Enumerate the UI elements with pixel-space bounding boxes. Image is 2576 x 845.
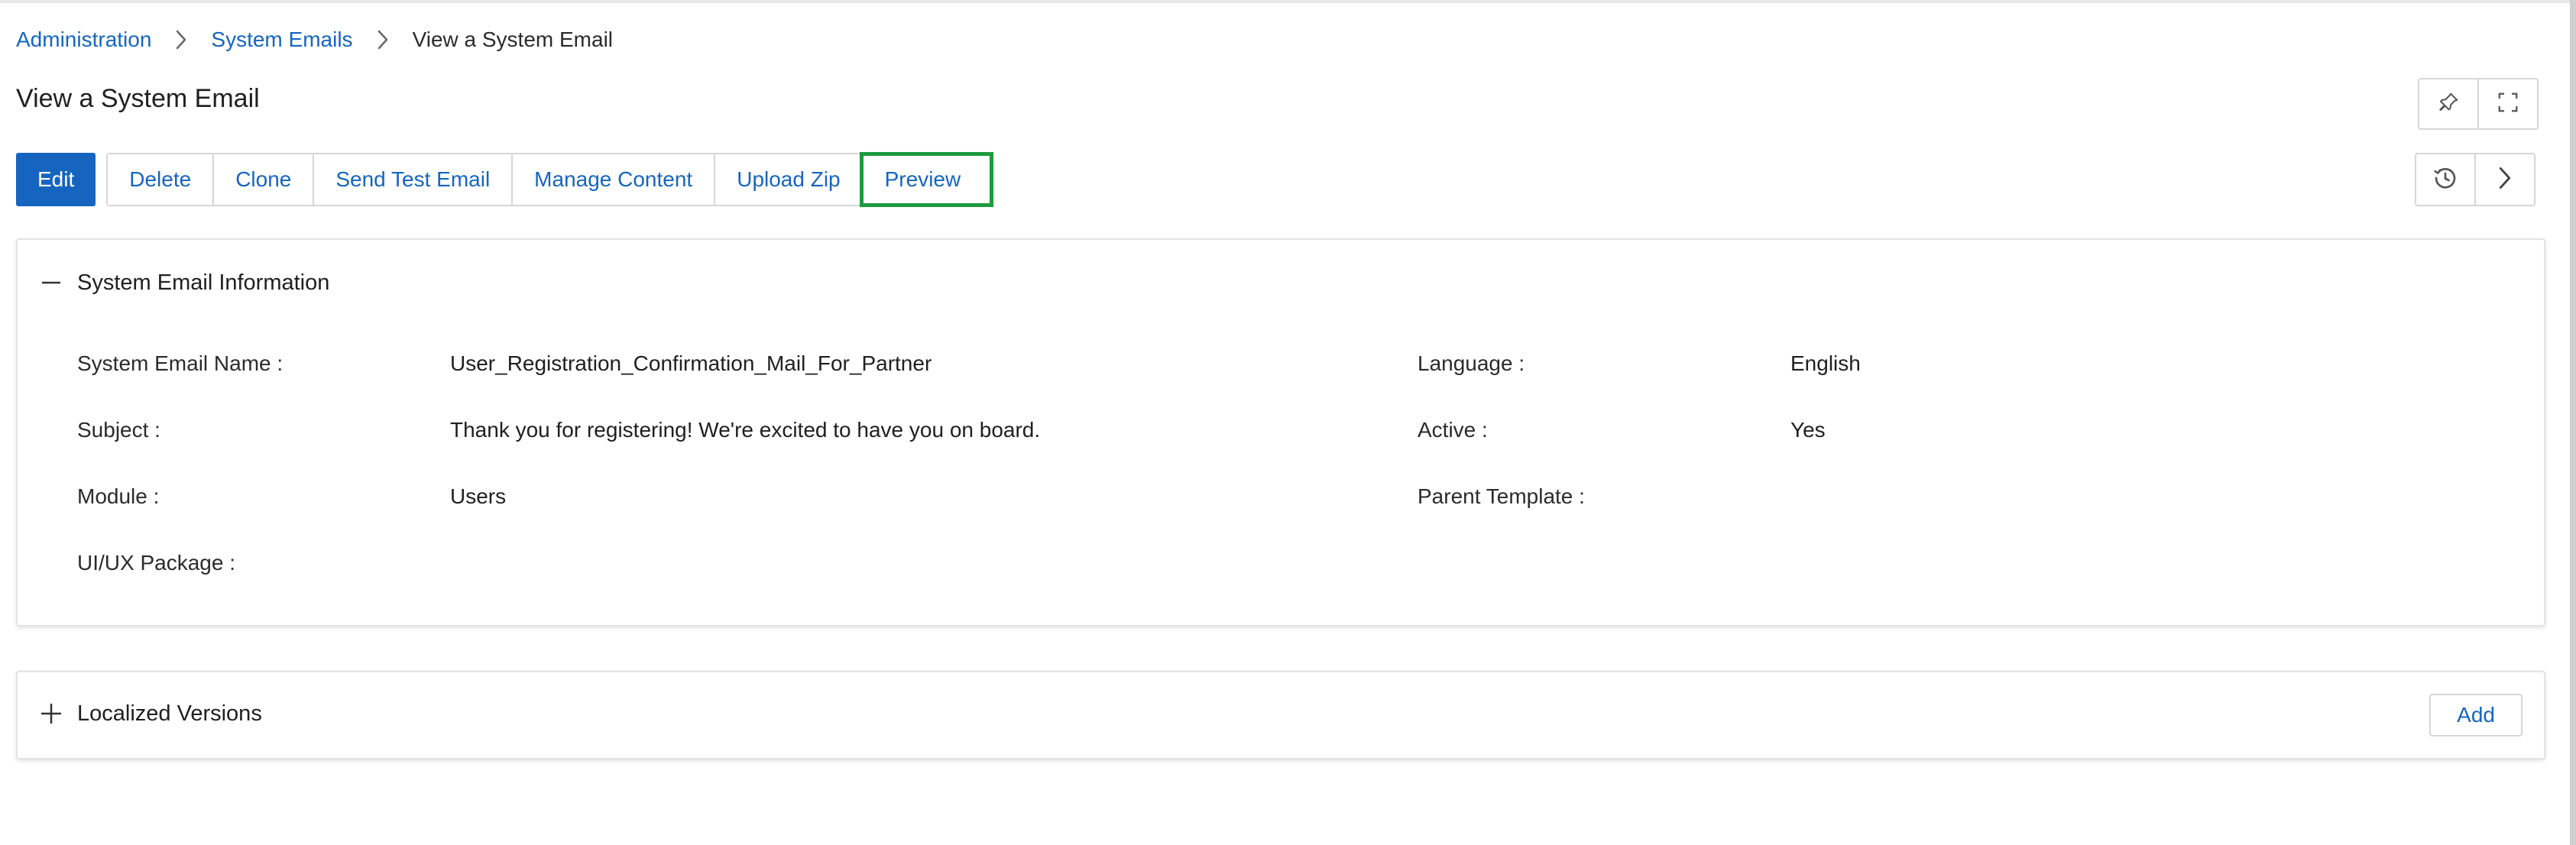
fullscreen-button[interactable] [2477, 79, 2537, 128]
module-label: Module : [77, 484, 160, 508]
system-email-name-label: System Email Name : [77, 351, 284, 375]
system-email-name-value: User_Registration_Confirmation_Mail_For_… [450, 351, 932, 375]
history-icon [2432, 164, 2459, 196]
module-value: Users [450, 484, 507, 508]
send-test-email-button[interactable]: Send Test Email [313, 154, 512, 205]
page-title: View a System Email [16, 84, 260, 113]
parent-template-label: Parent Template : [1418, 484, 1585, 508]
language-value: English [1790, 351, 1861, 375]
action-toolbar: Edit Delete Clone Send Test Email Manage… [16, 152, 994, 207]
panel-header: System Email Information [37, 269, 329, 296]
active-value: Yes [1790, 418, 1826, 442]
collapse-icon[interactable] [37, 269, 65, 296]
pin-button[interactable] [2419, 79, 2477, 128]
add-localized-version-button[interactable]: Add [2429, 694, 2523, 737]
preview-button[interactable]: Preview [859, 152, 994, 207]
active-label: Active : [1418, 418, 1488, 442]
fullscreen-icon [2497, 91, 2519, 118]
top-divider [0, 0, 2576, 3]
uiux-package-label: UI/UX Package : [77, 551, 235, 575]
upload-zip-button[interactable]: Upload Zip [714, 154, 862, 205]
chevron-right-icon [353, 29, 413, 50]
history-button[interactable] [2416, 154, 2474, 205]
page: Administration System Emails View a Syst… [0, 0, 2576, 845]
subject-value: Thank you for registering! We're excited… [450, 418, 1041, 442]
edit-button[interactable]: Edit [16, 153, 96, 206]
view-controls [2418, 78, 2539, 130]
next-record-button[interactable] [2474, 154, 2534, 205]
panel-title: Localized Versions [77, 701, 262, 726]
record-navigation [2415, 153, 2535, 206]
delete-button[interactable]: Delete [108, 154, 213, 205]
chevron-right-icon [151, 29, 211, 50]
panel-title: System Email Information [77, 270, 330, 295]
action-button-group: Delete Clone Send Test Email Manage Cont… [106, 152, 994, 207]
breadcrumb-system-emails[interactable]: System Emails [211, 28, 352, 52]
clone-button[interactable]: Clone [212, 154, 313, 205]
pin-icon [2437, 91, 2460, 118]
breadcrumb: Administration System Emails View a Syst… [16, 26, 613, 53]
localized-versions-panel: Localized Versions Add [16, 671, 2545, 759]
manage-content-button[interactable]: Manage Content [511, 154, 714, 205]
expand-icon[interactable] [37, 700, 65, 727]
language-label: Language : [1418, 351, 1525, 375]
chevron-right-icon [2497, 166, 2513, 194]
panel-header: Localized Versions [37, 700, 262, 727]
breadcrumb-current: View a System Email [412, 28, 614, 51]
subject-label: Subject : [77, 418, 160, 442]
breadcrumb-administration[interactable]: Administration [16, 28, 151, 52]
window-right-edge [2570, 0, 2576, 845]
system-email-information-panel: System Email Information System Email Na… [16, 238, 2545, 626]
